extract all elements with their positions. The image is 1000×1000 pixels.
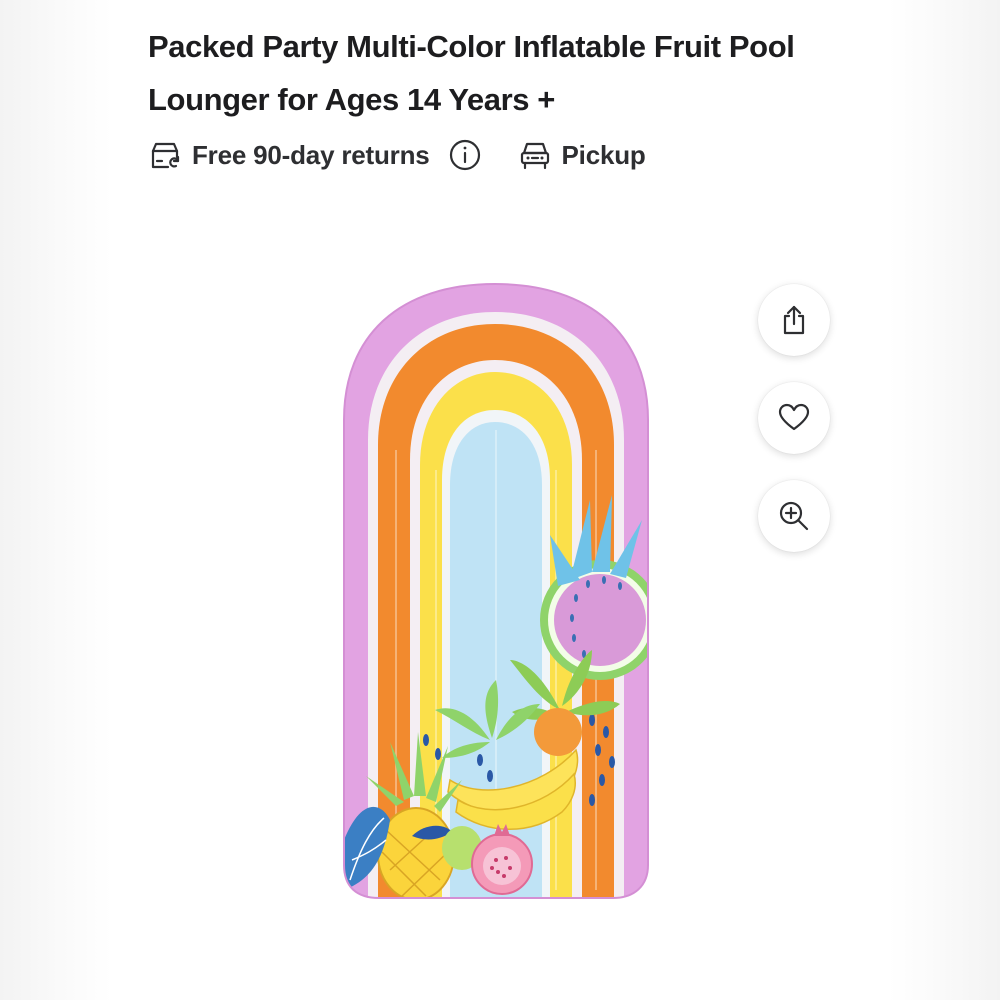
share-icon — [783, 305, 805, 335]
box-return-icon — [148, 138, 182, 172]
free-returns-feature: Free 90-day returns — [148, 138, 482, 172]
product-image[interactable] — [330, 280, 660, 910]
free-returns-label: Free 90-day returns — [192, 139, 430, 170]
info-icon[interactable] — [448, 138, 482, 172]
fulfillment-features: Free 90-day returns Pickup — [148, 132, 646, 178]
share-button[interactable] — [758, 284, 830, 356]
car-icon — [518, 138, 552, 172]
pickup-feature: Pickup — [518, 138, 646, 172]
pickup-label: Pickup — [561, 139, 646, 170]
product-title: Packed Party Multi-Color Inflatable Frui… — [148, 29, 795, 117]
favorite-button[interactable] — [758, 382, 830, 454]
heart-icon — [778, 403, 810, 431]
zoom-button[interactable] — [758, 480, 830, 552]
zoom-in-icon — [779, 501, 809, 531]
